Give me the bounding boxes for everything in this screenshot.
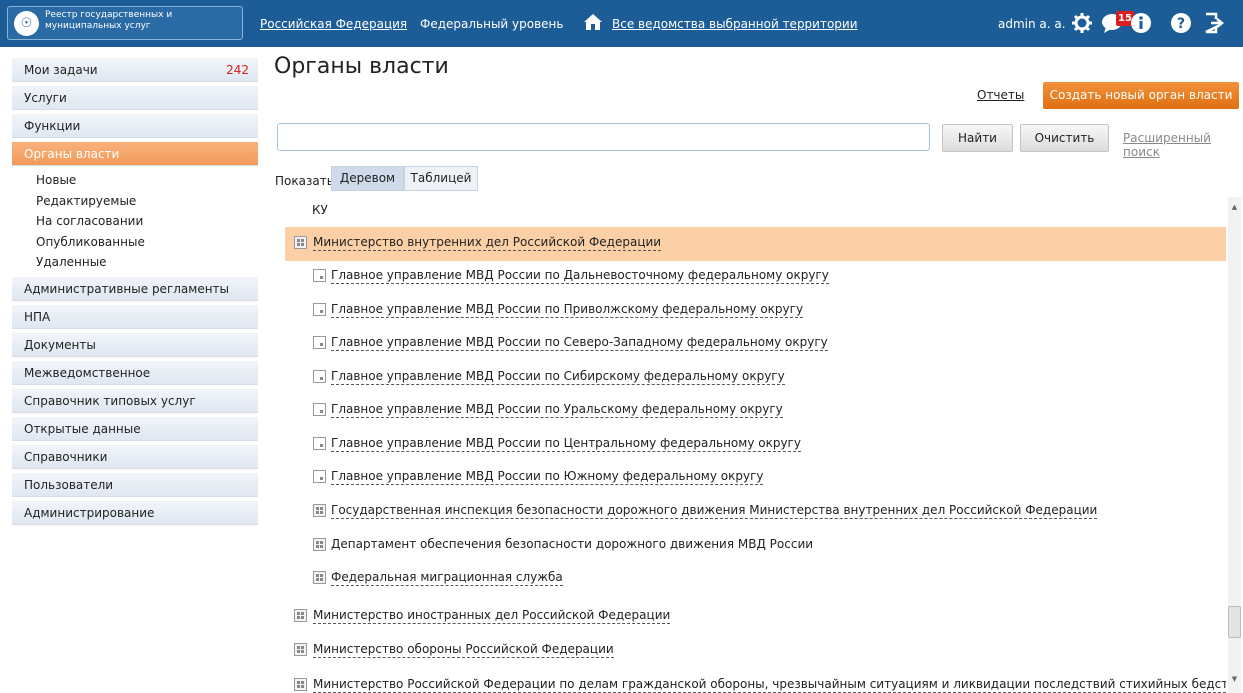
leaf-node-icon — [313, 336, 326, 349]
territory-link[interactable]: Российская Федерация — [260, 17, 407, 31]
tree-row[interactable]: Министерство иностранных дел Российской … — [285, 600, 1226, 634]
level-selector[interactable]: Федеральный уровень — [420, 17, 563, 31]
tree-node-icon[interactable] — [313, 538, 326, 551]
tab-table-view[interactable]: Таблицей — [404, 166, 478, 191]
tree-row-label[interactable]: Главное управление МВД России по Северо-… — [331, 335, 828, 351]
settings-gear-icon[interactable] — [1071, 12, 1093, 34]
sidebar-item-administration[interactable]: Администрирование — [12, 500, 258, 525]
svg-text:?: ? — [1177, 16, 1185, 32]
tree-row-label[interactable]: Министерство иностранных дел Российской … — [313, 608, 671, 624]
leaf-node-icon — [313, 370, 326, 383]
tree-row[interactable]: Главное управление МВД России по Южному … — [285, 461, 1226, 495]
tree-node-icon[interactable] — [313, 571, 326, 584]
tree-row-label[interactable]: Министерство обороны Российской Федераци… — [313, 642, 614, 658]
tree-node-icon[interactable] — [294, 643, 307, 656]
tree-row-selected[interactable]: Министерство внутренних дел Российской Ф… — [285, 227, 1226, 261]
sidebar-item-functions[interactable]: Функции — [12, 114, 258, 138]
sidebar-item-open-data[interactable]: Открытые данные — [12, 416, 258, 441]
tree-row[interactable]: Министерство обороны Российской Федераци… — [285, 634, 1226, 668]
sidebar-item-npa[interactable]: НПА — [12, 304, 258, 329]
submenu-item-published[interactable]: Опубликованные — [36, 232, 258, 253]
tree-row: КУ — [285, 197, 1226, 231]
tree-row-label[interactable]: Министерство внутренних дел Российской Ф… — [313, 235, 662, 251]
tree-row-label[interactable]: Главное управление МВД России по Сибирск… — [331, 369, 785, 385]
tree-row-label[interactable]: Главное управление МВД России по Централ… — [331, 436, 801, 452]
emblem-icon: ☉ — [14, 11, 39, 36]
user-name[interactable]: admin a. a. — [998, 17, 1066, 31]
sidebar-item-label: Мои задачи — [24, 63, 98, 77]
submenu-item-editable[interactable]: Редактируемые — [36, 191, 258, 212]
app-logo[interactable]: ☉ Реестр государственных и муниципальных… — [7, 6, 243, 40]
tree-row[interactable]: Департамент обеспечения безопасности дор… — [285, 529, 1226, 563]
tab-tree-view[interactable]: Деревом — [331, 166, 404, 191]
help-icon[interactable]: ? — [1170, 12, 1192, 34]
sidebar-item-regulations[interactable]: Административные регламенты — [12, 276, 258, 301]
submenu-item-new[interactable]: Новые — [36, 170, 258, 191]
sidebar-item-directories[interactable]: Справочники — [12, 444, 258, 469]
sidebar-item-authorities[interactable]: Органы власти — [12, 142, 258, 166]
tree-row-label[interactable]: Главное управление МВД России по Южному … — [331, 469, 764, 485]
create-authority-button[interactable]: Создать новый орган власти — [1043, 82, 1239, 109]
page-title: Органы власти — [274, 54, 449, 79]
tree-row-label[interactable]: Главное управление МВД России по Дальнев… — [331, 268, 829, 284]
advanced-search-link[interactable]: Расширенный поиск — [1123, 131, 1243, 159]
tree-node-icon[interactable] — [294, 678, 307, 691]
search-input[interactable] — [277, 123, 930, 151]
tree-node-icon[interactable] — [294, 609, 307, 622]
tree-row-label[interactable]: Государственная инспекция безопасности д… — [331, 503, 1098, 519]
sidebar-item-services[interactable]: Услуги — [12, 86, 258, 110]
tree-row[interactable]: Главное управление МВД России по Сибирск… — [285, 361, 1226, 395]
leaf-node-icon — [313, 269, 326, 282]
tree-row-label[interactable]: Главное управление МВД России по Уральск… — [331, 402, 783, 418]
tree-row[interactable]: Главное управление МВД России по Северо-… — [285, 327, 1226, 361]
leaf-node-icon — [313, 403, 326, 416]
tree-node-icon[interactable] — [313, 504, 326, 517]
find-button[interactable]: Найти — [942, 124, 1013, 152]
tree-scrollbar[interactable]: ▲ ▼ — [1228, 197, 1241, 693]
home-icon[interactable] — [583, 12, 603, 32]
top-bar: ☉ Реестр государственных и муниципальных… — [0, 0, 1243, 47]
info-icon[interactable] — [1130, 12, 1152, 34]
tree-row[interactable]: Главное управление МВД России по Приволж… — [285, 294, 1226, 328]
departments-link[interactable]: Все ведомства выбранной территории — [612, 17, 858, 31]
leaf-node-icon — [313, 303, 326, 316]
authorities-submenu: Новые Редактируемые На согласовании Опуб… — [12, 170, 258, 277]
sidebar-item-documents[interactable]: Документы — [12, 332, 258, 357]
sidebar-item-interagency[interactable]: Межведомственное взаимодействие — [12, 360, 258, 404]
authorities-tree: КУ Министерство внутренних дел Российско… — [285, 197, 1226, 693]
tasks-count: 242 — [226, 63, 249, 77]
scroll-down-arrow-icon[interactable]: ▼ — [1228, 675, 1241, 685]
tree-row-label[interactable]: Главное управление МВД России по Приволж… — [331, 302, 804, 318]
tree-row-label[interactable]: Федеральная миграционная служба — [331, 570, 563, 586]
submenu-item-approval[interactable]: На согласовании — [36, 211, 258, 232]
tree-row[interactable]: Главное управление МВД России по Уральск… — [285, 394, 1226, 428]
sidebar-item-my-tasks[interactable]: Мои задачи 242 — [12, 58, 258, 82]
reports-link[interactable]: Отчеты — [977, 88, 1024, 102]
tree-row-label[interactable]: Департамент обеспечения безопасности дор… — [331, 537, 813, 552]
leaf-node-icon — [313, 470, 326, 483]
tree-row-label[interactable]: Министерство Российской Федерации по дел… — [313, 677, 1226, 693]
submenu-item-deleted[interactable]: Удаленные — [36, 252, 258, 273]
scroll-up-arrow-icon[interactable]: ▲ — [1228, 203, 1241, 213]
leaf-node-icon — [313, 437, 326, 450]
tree-row[interactable]: Федеральная миграционная служба — [285, 562, 1226, 596]
tree-row[interactable]: Государственная инспекция безопасности д… — [285, 495, 1226, 529]
view-mode-label: Показать — [275, 174, 334, 188]
logo-text: Реестр государственных и муниципальных у… — [45, 10, 173, 31]
sidebar: Мои задачи 242 Услуги Функции Органы вла… — [12, 58, 258, 529]
tree-row[interactable]: Министерство Российской Федерации по дел… — [285, 669, 1226, 693]
sidebar-item-typical-services[interactable]: Справочник типовых услуг — [12, 388, 258, 413]
clear-button[interactable]: Очистить — [1020, 124, 1109, 152]
tree-node-icon[interactable] — [294, 236, 307, 249]
tree-row[interactable]: Главное управление МВД России по Дальнев… — [285, 260, 1226, 294]
sidebar-item-users[interactable]: Пользователи — [12, 472, 258, 497]
tree-row[interactable]: Главное управление МВД России по Централ… — [285, 428, 1226, 462]
tree-row-label: КУ — [312, 203, 328, 217]
logout-icon[interactable] — [1203, 12, 1225, 34]
scrollbar-thumb[interactable] — [1228, 606, 1241, 638]
